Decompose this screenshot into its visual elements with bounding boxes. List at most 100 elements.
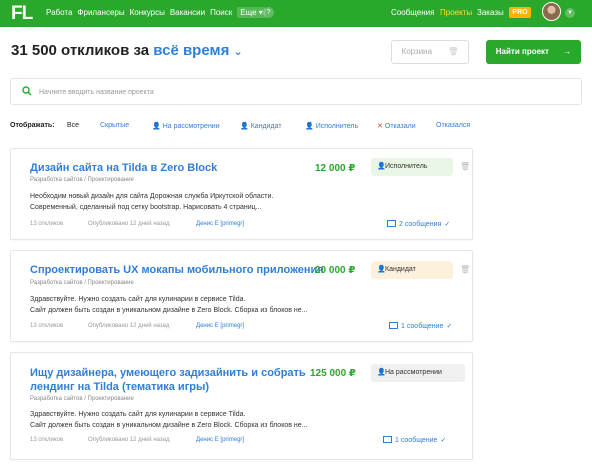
messages-count: 2 сообщения <box>399 221 442 228</box>
project-description: Необходим новый дизайн для сайта Дорожна… <box>30 191 350 213</box>
filter-hidden-label: Скрытые <box>100 122 130 129</box>
filter-executor[interactable]: 👤 Исполнитель <box>305 122 358 130</box>
nav-item-freelancers[interactable]: Фрилансеры <box>77 8 124 18</box>
filter-candidate[interactable]: 👤 Кандидат <box>240 122 282 130</box>
trash-icon[interactable]: 🗑 <box>460 162 470 171</box>
user-grey-icon: 👤 <box>152 123 161 130</box>
responses-count: 13 откликов <box>30 323 64 329</box>
chevron-down-icon: ⌄ <box>233 46 243 58</box>
description-line: Современный, сделанный под сетку bootstr… <box>30 204 262 211</box>
status-label: На рассмотрении <box>385 369 442 376</box>
filter-all[interactable]: Все <box>67 122 79 129</box>
logo[interactable]: FL <box>11 3 33 25</box>
filter-all-label: Все <box>67 122 80 129</box>
nav-item-work[interactable]: Работа <box>46 8 72 18</box>
nav-item-search[interactable]: Поиск <box>210 8 232 18</box>
filter-rejected[interactable]: ✕ Отказали <box>377 122 416 130</box>
filter-candidate-label: Кандидат <box>250 123 282 130</box>
description-line: Сайт должен быть создан в уникальном диз… <box>30 307 308 314</box>
status-badge: 👤 Исполнитель <box>371 158 453 176</box>
page-title: 31 500 откликов за всё время ⌄ <box>11 42 243 59</box>
project-title[interactable]: Дизайн сайта на Tilda в Zero Block <box>30 161 217 175</box>
project-title[interactable]: Ищу дизайнера, умеющего задизайнить и со… <box>30 366 306 394</box>
filter-review-label: На рассмотрении <box>162 123 220 130</box>
responses-count: 13 откликов <box>30 221 64 227</box>
filter-hidden[interactable]: Скрытые <box>100 122 129 129</box>
filters-label: Отображать: <box>10 122 55 129</box>
search-box <box>10 78 582 105</box>
envelope-icon <box>383 436 392 443</box>
top-navbar: FL Работа Фрилансеры Конкурсы Вакансии П… <box>0 0 592 27</box>
author-link[interactable]: Денис Е [primegr] <box>196 437 244 443</box>
project-card: Спроектировать UX мокапы мобильного прил… <box>10 250 473 342</box>
find-project-button[interactable]: Найти проект → <box>486 40 581 64</box>
published-time: Опубликовано 12 дней назад <box>88 437 170 443</box>
filter-executor-label: Исполнитель <box>315 123 359 130</box>
filter-review[interactable]: 👤 На рассмотрении <box>152 122 220 130</box>
description-line: Сайт должен быть создан в уникальном диз… <box>30 422 308 429</box>
messages-link[interactable]: 1 сообщение ✓ <box>383 436 446 444</box>
project-card: Ищу дизайнера, умеющего задизайнить и со… <box>10 352 473 460</box>
check-icon: ✓ <box>446 323 453 330</box>
filter-rejected-label: Отказали <box>384 123 416 130</box>
author-link[interactable]: Денис Е [primegr] <box>196 323 244 329</box>
responses-count: 31 500 откликов за <box>11 42 150 59</box>
user-grey-icon: 👤 <box>377 369 386 376</box>
nav-item-vacancies[interactable]: Вакансии <box>170 8 205 18</box>
published-time: Опубликовано 12 дней назад <box>88 323 170 329</box>
envelope-icon <box>389 322 398 329</box>
nav-item-contests[interactable]: Конкурсы <box>130 8 165 18</box>
project-price: 12 000 ₽ <box>315 163 356 174</box>
search-icon <box>22 86 32 96</box>
trash-icon: 🗑 <box>448 47 459 56</box>
user-orange-icon: 👤 <box>240 123 249 130</box>
filter-declined-label: Отказался <box>436 122 471 129</box>
project-price: 125 000 ₽ <box>310 368 356 379</box>
messages-link[interactable]: 1 сообщение ✓ <box>389 322 452 330</box>
search-input[interactable] <box>39 85 559 99</box>
main-nav: Работа Фрилансеры Конкурсы Вакансии Поис… <box>46 7 271 18</box>
find-project-label: Найти проект <box>495 47 549 56</box>
project-price: 20 000 ₽ <box>315 265 356 276</box>
status-badge: 👤 На рассмотрении <box>371 364 465 382</box>
nav-more-button[interactable]: Еще ▾ <box>237 7 266 18</box>
filter-declined[interactable]: Отказался <box>436 122 470 129</box>
messages-count: 1 сообщение <box>395 437 438 444</box>
pro-badge[interactable]: PRO <box>509 7 531 18</box>
cart-label: Корзина <box>401 47 433 56</box>
description-line: Здравствуйте. Нужно создать сайт для кул… <box>30 296 246 303</box>
trash-icon[interactable]: 🗑 <box>460 265 470 274</box>
status-label: Исполнитель <box>385 163 428 170</box>
nav-projects[interactable]: Проекты <box>440 8 472 17</box>
project-title-line: лендинг на Tilda (тематика игры) <box>30 381 210 393</box>
period-dropdown[interactable]: всё время ⌄ <box>153 42 242 59</box>
project-category: Разработка сайтов / Проектирование <box>30 396 134 402</box>
arrow-right-icon: → <box>563 47 572 56</box>
user-orange-icon: 👤 <box>377 266 386 273</box>
project-description: Здравствуйте. Нужно создать сайт для кул… <box>30 294 350 316</box>
project-category: Разработка сайтов / Проектирование <box>30 177 134 183</box>
project-title-line: Ищу дизайнера, умеющего задизайнить и со… <box>30 367 306 379</box>
responses-count: 13 откликов <box>30 437 64 443</box>
cart-button[interactable]: Корзина 🗑 <box>391 40 469 64</box>
messages-link[interactable]: 2 сообщения ✓ <box>387 220 450 228</box>
user-green-icon: 👤 <box>377 163 386 170</box>
envelope-icon <box>387 220 396 227</box>
project-description: Здравствуйте. Нужно создать сайт для кул… <box>30 409 350 431</box>
nav-orders[interactable]: Заказы <box>477 8 504 17</box>
avatar[interactable] <box>542 2 561 21</box>
nav-messages[interactable]: Сообщения <box>391 8 434 17</box>
status-label: Кандидат <box>385 266 416 273</box>
status-badge: 👤 Кандидат <box>371 261 453 279</box>
check-icon: ✓ <box>440 437 447 444</box>
check-icon: ✓ <box>444 221 451 228</box>
period-label: всё время <box>153 42 230 59</box>
published-time: Опубликовано 12 дней назад <box>88 221 170 227</box>
help-icon[interactable]: ? <box>263 7 274 18</box>
project-title[interactable]: Спроектировать UX мокапы мобильного прил… <box>30 263 324 277</box>
author-link[interactable]: Денис Е [primegr] <box>196 221 244 227</box>
chevron-down-icon[interactable]: ▼ <box>565 8 575 18</box>
project-category: Разработка сайтов / Проектирование <box>30 280 134 286</box>
description-line: Необходим новый дизайн для сайта Дорожна… <box>30 193 274 200</box>
description-line: Здравствуйте. Нужно создать сайт для кул… <box>30 411 246 418</box>
